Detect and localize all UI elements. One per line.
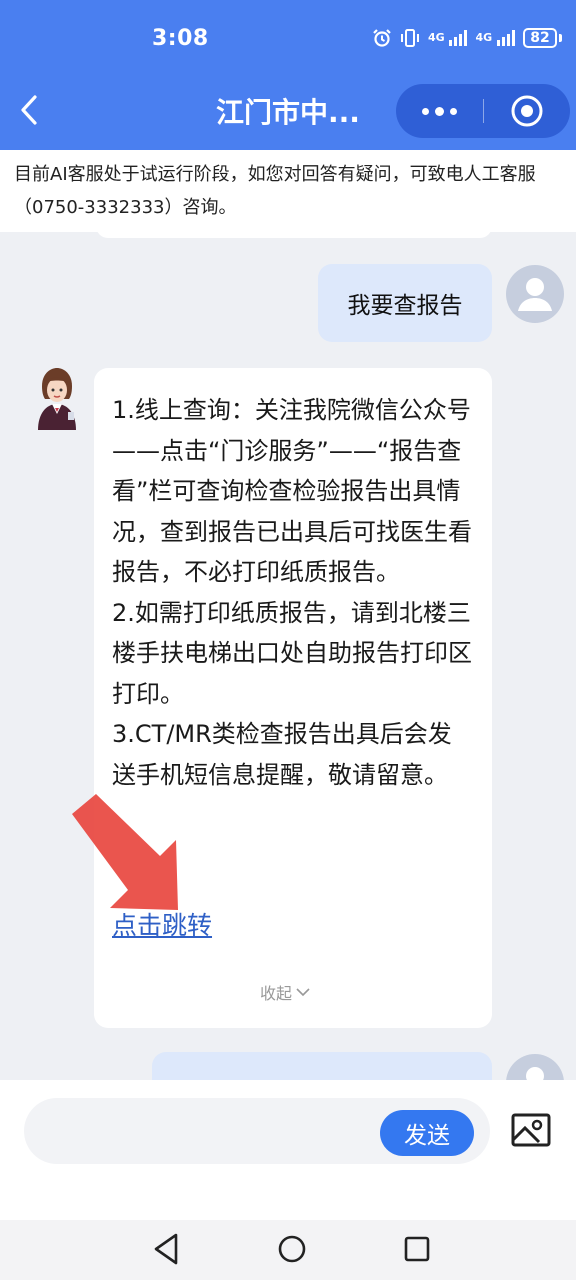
trial-notice: 目前AI客服处于试运行阶段，如您对回答有疑问，可致电人工客服（0750-3332… xyxy=(0,150,576,232)
bot-avatar xyxy=(28,366,84,432)
back-button[interactable] xyxy=(12,90,46,130)
nav-home-icon[interactable] xyxy=(278,1235,306,1263)
collapse-label: 收起 xyxy=(260,984,293,1003)
header: 3:08 4G 4G 82 江门市中... xyxy=(0,0,576,150)
reply-line: 2.如需打印纸质报告，请到北楼三楼手扶电梯出口处自助报告打印区打印。 xyxy=(112,598,472,708)
chevron-down-icon xyxy=(296,988,310,997)
input-bar xyxy=(0,1080,576,1220)
annotation-arrow-icon xyxy=(72,794,178,910)
alarm-icon xyxy=(373,29,391,47)
page-title: 江门市中... xyxy=(216,96,360,129)
nav-back-icon[interactable] xyxy=(152,1231,182,1267)
status-icons: 4G 4G 82 xyxy=(372,28,562,48)
collapse-button[interactable]: 收起 xyxy=(260,980,310,1004)
battery-icon: 82 xyxy=(523,28,562,48)
more-button[interactable] xyxy=(396,84,483,138)
reply-line: 3.CT/MR类检查报告出具后会发送手机短信息提醒，敬请留意。 xyxy=(112,720,452,789)
vibrate-icon xyxy=(400,29,419,47)
mini-program-capsule xyxy=(396,84,570,138)
bot-reply-bubble: 1.线上查询：关注我院微信公众号——点击“门诊服务”——“报告查看”栏可查询检查… xyxy=(94,368,492,1028)
signal-icon: 4G xyxy=(428,29,469,47)
battery-level: 82 xyxy=(523,28,557,48)
image-upload-icon[interactable] xyxy=(510,1110,554,1150)
user-avatar xyxy=(506,265,564,323)
send-button[interactable]: 发送 xyxy=(380,1110,474,1156)
network-label-1: 4G xyxy=(427,31,445,44)
close-mini-program-button[interactable] xyxy=(483,84,570,138)
target-circle-icon xyxy=(511,95,542,127)
nav-recent-icon[interactable] xyxy=(404,1236,430,1262)
signal-icon-2: 4G xyxy=(475,29,516,47)
chevron-left-icon xyxy=(21,95,37,125)
status-time: 3:08 xyxy=(152,26,209,51)
reply-line: 1.线上查询：关注我院微信公众号——点击“门诊服务”——“报告查看”栏可查询检查… xyxy=(112,396,472,586)
more-dots-icon xyxy=(422,107,429,115)
user-message-bubble: 我要查报告 xyxy=(318,264,492,342)
network-label-2: 4G xyxy=(475,31,493,44)
